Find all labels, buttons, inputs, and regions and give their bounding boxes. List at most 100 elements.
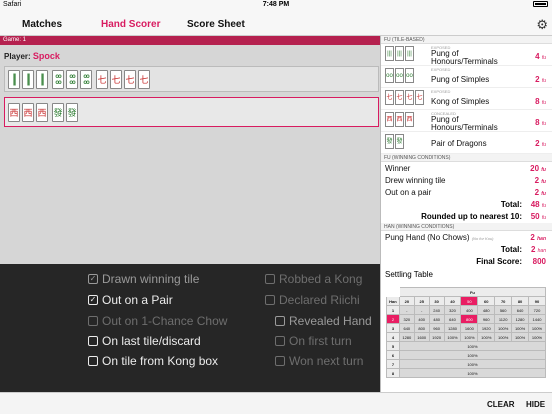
set-tiles: 發發 [385,134,404,149]
tile-north-wind[interactable]: 西 [36,103,48,122]
tile-green-dragon-icon: 發 [395,134,404,149]
game-label: Game: 1 [0,36,380,45]
tile-circles[interactable]: oo oo [52,70,64,89]
fu-label-line2: Honours/Terminals [431,123,498,132]
tile-character[interactable]: 七 [110,70,122,89]
tab-bar: Matches Hand Scorer Score Sheet ⚙ [0,11,552,36]
option-first-turn[interactable]: On first turn [275,334,352,348]
set-tiles: oo oo oo [385,68,414,83]
tile-circles-icon: oo [405,68,414,83]
table-row: 1 - -240 320 400 480 560 640 720 [386,305,546,315]
fu-label: Kong of Simples [431,97,490,106]
option-revealed-hand[interactable]: Revealed Hand [275,314,372,328]
fu-total: Total: 48 fu [500,200,546,209]
table-row: 8 100% [386,368,547,378]
tile-character[interactable]: 七 [96,70,108,89]
fu-win-header: FU (WINNING CONDITIONS) [381,154,552,162]
exposure-tag: EXPOSED [431,89,451,94]
table-row: 4 1280 1600 1920 100% 100% 100% 100% 100% 100% [386,332,546,342]
tile-circles[interactable]: oo oo [66,70,78,89]
fu-col: 60 [477,296,496,306]
table-row: 7 100% [386,359,547,369]
han-header: HAN (WINNING CONDITIONS) [381,223,552,231]
option-declared-riichi[interactable]: Declared Riichi [265,293,360,307]
han-total: Total: 2 han [500,245,546,254]
fu-value: 8 fu [535,118,546,127]
clock: 7:48 PM [262,1,290,8]
fu-rounded: Rounded up to nearest 10: 50 fu [421,212,546,221]
fu-label: Pung of Simples [431,75,490,84]
fu-label-line2: Honours/Terminals [431,57,498,66]
fu-label: Pair of Dragons [431,139,487,148]
tile-north-wind-icon: 西 [385,112,394,127]
tile-north-wind[interactable]: 西 [8,103,20,122]
option-drawn-winning-tile[interactable]: ✓ Drawn winning tile [88,272,199,286]
checkbox-icon [275,316,285,326]
checkbox-icon [88,316,98,326]
fu-col: 20 [398,296,415,306]
option-one-chance-chow[interactable]: Out on 1-Chance Chow [88,314,227,328]
fu-col: 40 [443,296,462,306]
exposed-sets-row[interactable]: ||| ||| ||| ||| ||| ||| oo oo oo oo oo oo 七 七 … [4,66,379,92]
checkbox-icon [265,274,275,284]
tile-character[interactable]: 七 [124,70,136,89]
score-breakdown-pane[interactable]: FU (TILE-BASED) ||| ||| ||| EXPOSED Pung o… [380,36,552,392]
checkbox-icon [265,295,275,305]
concealed-sets-row[interactable]: 西 西 西 發 發 [4,97,379,127]
fu-row: 七七七七 EXPOSED Kong of Simples 8 fu [381,88,552,110]
option-out-on-pair[interactable]: ✓ Out on a Pair [88,293,173,307]
table-row: 3 640 800 960 1280 1600 1920 100% 100% 100% [386,323,546,333]
tile-bamboo[interactable]: ||| ||| [22,70,34,89]
tile-character[interactable]: 七 [138,70,150,89]
gear-icon[interactable]: ⚙ [536,17,548,33]
tile-bamboo-icon: ||| [395,46,404,61]
winning-conditions-panel: ✓ Drawn winning tile ✓ Out on a Pair Out o… [0,264,380,392]
fu-row: ||| ||| ||| EXPOSED Pung of Honours/Termin… [381,44,552,66]
exposure-tag: EXPOSED [431,67,451,72]
han-axis-label: Han [386,296,400,306]
option-won-next-turn[interactable]: Won next turn [275,354,363,368]
tile-north-wind[interactable]: 西 [22,103,34,122]
player-name[interactable]: Spock [33,51,60,61]
fu-value: 2 fu [535,75,546,84]
tile-north-wind-icon: 西 [405,112,414,127]
option-kong-box[interactable]: On tile from Kong box [88,354,218,368]
bottom-toolbar: CLEAR HIDE [0,392,552,414]
tab-score-sheet[interactable]: Score Sheet [187,19,245,30]
tile-bamboo[interactable]: ||| ||| [36,70,48,89]
checkbox-icon [275,356,285,366]
tile-circles-icon: oo [395,68,404,83]
fu-value: 2 fu [535,139,546,148]
clear-button[interactable]: CLEAR [487,400,515,409]
tile-green-dragon[interactable]: 發 [66,103,78,122]
fu-row: 發發 Pair of Dragons 2 fu [381,132,552,154]
checkbox-icon [275,336,285,346]
fu-row: 西西西 CONCEALED Pung of Honours/Terminals … [381,110,552,132]
fu-col: 80 [511,296,529,306]
tile-green-dragon[interactable]: 發 [52,103,64,122]
tile-north-wind-icon: 西 [395,112,404,127]
fu-col: 30 [428,296,445,306]
tab-hand-scorer[interactable]: Hand Scorer [101,19,160,30]
tab-matches[interactable]: Matches [22,19,62,30]
tile-bamboo[interactable]: ||| ||| [8,70,20,89]
battery-icon [533,1,548,7]
tile-character-icon: 七 [395,90,404,105]
set-tiles: ||| ||| ||| [385,46,414,61]
fu-value: 8 fu [535,97,546,106]
battery-indicator [533,1,548,7]
fu-win-row: Out on a pair 2 fu [385,188,546,197]
fu-col: 25 [413,296,430,306]
option-last-tile[interactable]: On last tile/discard [88,334,201,348]
tile-circles[interactable]: oo oo [80,70,92,89]
player-row: Player: Spock [0,45,380,61]
hide-button[interactable]: HIDE [526,400,545,409]
final-score: Final Score: 800 [476,257,546,266]
tile-character-icon: 七 [385,90,394,105]
tile-green-dragon-icon: 發 [385,134,394,149]
fu-axis-label: Fu [398,287,547,297]
option-robbed-kong[interactable]: Robbed a Kong [265,272,362,286]
tile-bamboo-icon: ||| [385,46,394,61]
set-tiles: 西西西 [385,112,414,127]
fu-win-row: Winner 20 fu [385,164,546,173]
